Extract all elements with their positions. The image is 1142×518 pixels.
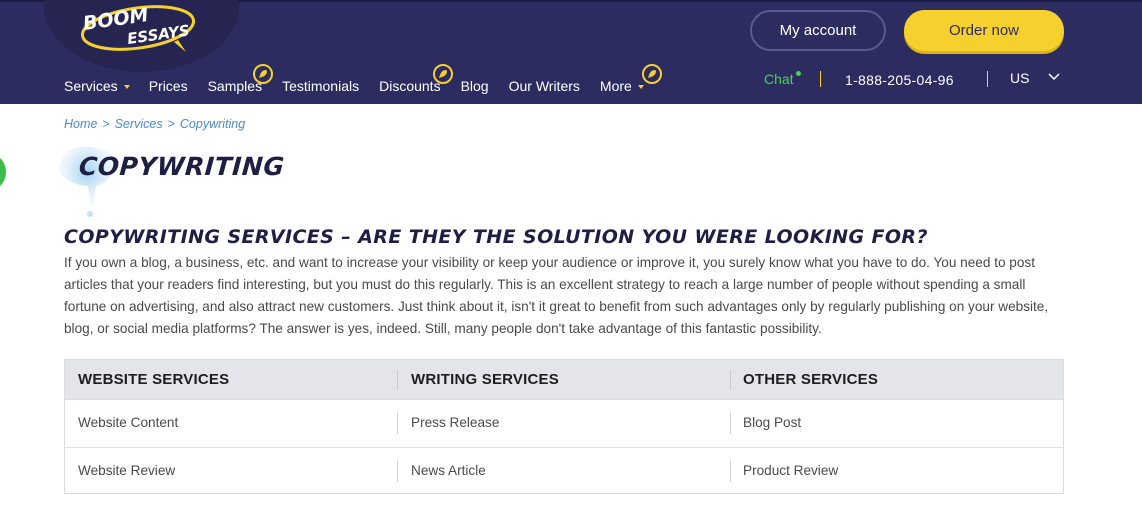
- site-header: BOOM ESSAYS My account Order now Service…: [0, 0, 1142, 104]
- nav-item-prices[interactable]: Prices: [149, 78, 188, 96]
- page-title: COPYWRITING: [77, 152, 286, 181]
- column-divider: [730, 370, 731, 390]
- column-divider: [397, 370, 398, 390]
- table-header-row: WEBSITE SERVICES WRITING SERVICES OTHER …: [65, 360, 1063, 400]
- service-link-news-article[interactable]: News Article: [411, 463, 486, 478]
- nav-item-discounts[interactable]: Discounts: [379, 64, 454, 96]
- breadcrumb: Home > Services > Copywriting: [64, 117, 245, 131]
- online-status-dot: [795, 71, 801, 76]
- nav-item-label: Samples: [207, 78, 263, 94]
- column-divider: [397, 460, 398, 482]
- breadcrumb-separator: >: [102, 117, 110, 131]
- nav-item-samples[interactable]: Samples: [207, 64, 273, 96]
- language-selector[interactable]: US: [1010, 70, 1029, 86]
- nav-item-more[interactable]: More: [599, 64, 662, 96]
- table-row: Website Content Press Release Blog Post: [65, 400, 1063, 447]
- nav-item-label: Prices: [148, 78, 188, 94]
- nav-item-blog[interactable]: Blog: [461, 78, 489, 96]
- column-divider: [730, 412, 731, 434]
- services-table: WEBSITE SERVICES WRITING SERVICES OTHER …: [64, 359, 1064, 494]
- intro-paragraph: If you own a blog, a business, etc. and …: [64, 255, 1049, 336]
- my-account-button[interactable]: My account: [750, 10, 886, 51]
- breadcrumb-home[interactable]: Home: [64, 117, 97, 131]
- main-nav: Services Prices Samples Testimonials Dis…: [64, 64, 662, 96]
- service-link-product-review[interactable]: Product Review: [743, 463, 838, 478]
- nav-item-label: Discounts: [379, 78, 441, 94]
- column-divider: [397, 412, 398, 434]
- nav-item-label: Testimonials: [282, 78, 360, 94]
- chevron-down-icon[interactable]: [1048, 71, 1060, 83]
- nav-item-label: More: [599, 78, 632, 94]
- rocket-icon: [433, 64, 454, 84]
- nav-item-label: Services: [64, 78, 118, 94]
- header-divider: [820, 71, 821, 87]
- rocket-icon: [252, 64, 273, 84]
- service-link-press-release[interactable]: Press Release: [411, 415, 499, 430]
- breadcrumb-current: Copywriting: [179, 117, 246, 131]
- boom-essays-logo[interactable]: BOOM ESSAYS: [78, 4, 196, 56]
- header-divider: [987, 71, 988, 87]
- chat-label: Chat: [764, 71, 794, 87]
- floating-green-widget[interactable]: [0, 155, 6, 189]
- caret-down-icon: [123, 85, 130, 89]
- service-link-website-review[interactable]: Website Review: [78, 463, 175, 478]
- rocket-icon: [641, 64, 662, 84]
- table-header-other-services: OTHER SERVICES: [743, 371, 879, 388]
- service-link-blog-post[interactable]: Blog Post: [743, 415, 801, 430]
- breadcrumb-services[interactable]: Services: [115, 117, 163, 131]
- chat-link[interactable]: Chat: [764, 71, 801, 87]
- table-header-website-services: WEBSITE SERVICES: [78, 371, 230, 388]
- order-now-button[interactable]: Order now: [904, 10, 1064, 51]
- breadcrumb-separator: >: [167, 117, 175, 131]
- service-link-website-content[interactable]: Website Content: [78, 415, 178, 430]
- table-row: Website Review News Article Product Revi…: [65, 447, 1063, 494]
- nav-item-services[interactable]: Services: [64, 78, 130, 96]
- caret-down-icon: [637, 85, 644, 89]
- phone-number[interactable]: 1-888-205-04-96: [845, 72, 954, 88]
- nav-item-testimonials[interactable]: Testimonials: [282, 78, 359, 96]
- section-heading: COPYWRITING SERVICES – ARE THEY THE SOLU…: [64, 226, 928, 248]
- nav-item-label: Our Writers: [508, 78, 580, 94]
- table-header-writing-services: WRITING SERVICES: [411, 371, 559, 388]
- nav-item-label: Blog: [460, 78, 489, 94]
- column-divider: [730, 460, 731, 482]
- nav-item-our-writers[interactable]: Our Writers: [509, 78, 580, 96]
